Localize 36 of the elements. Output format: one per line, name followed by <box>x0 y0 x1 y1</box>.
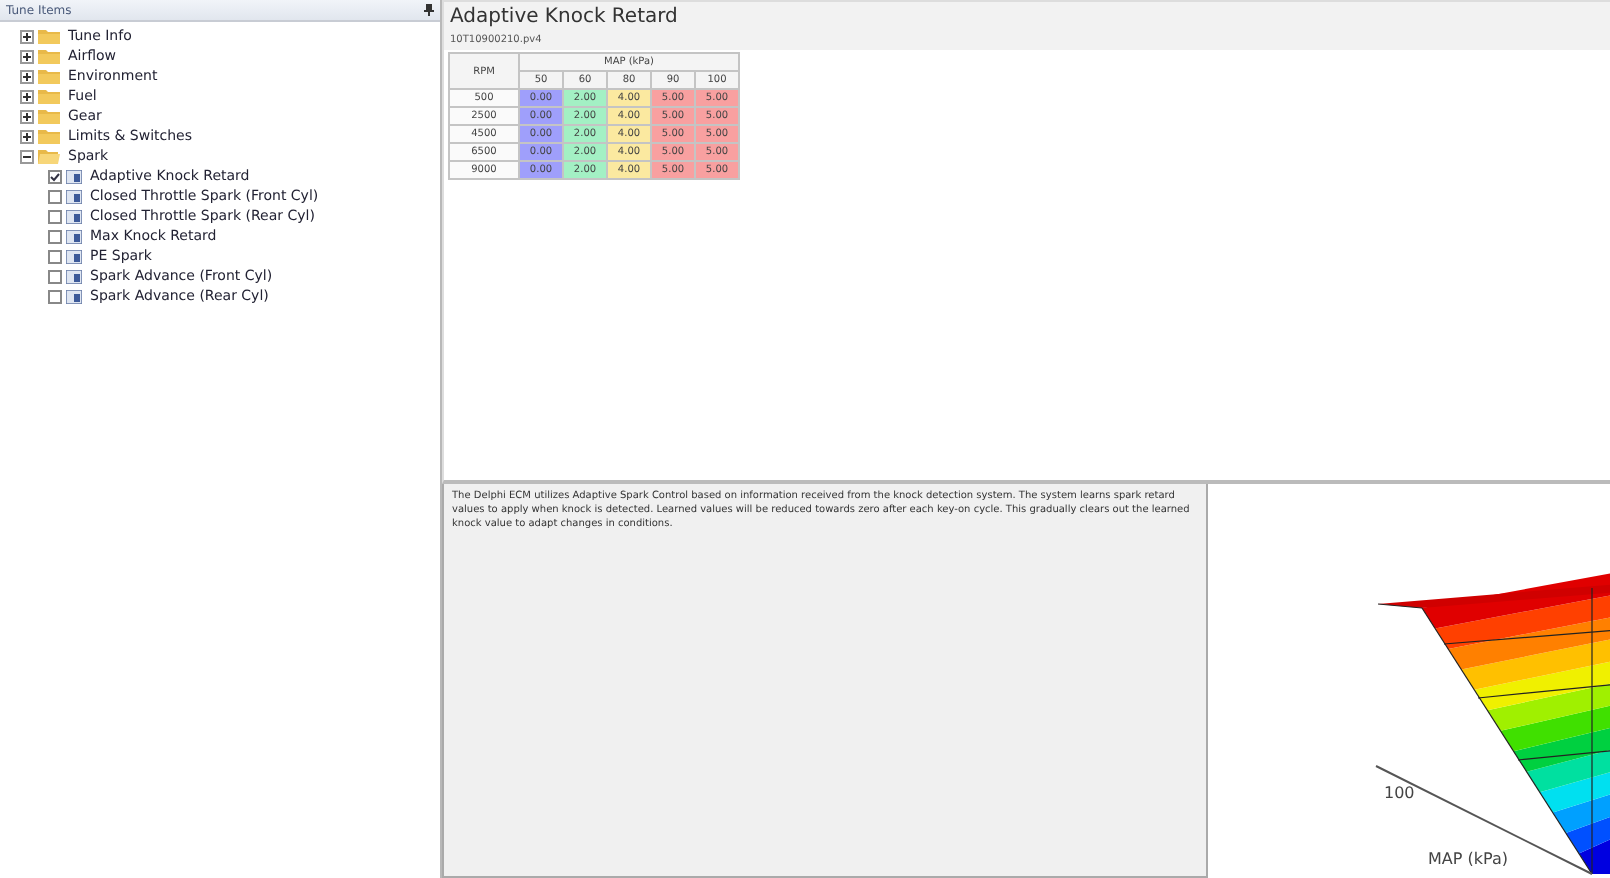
expand-icon[interactable] <box>20 129 34 143</box>
folder-icon <box>38 28 60 44</box>
axis-label: MAP (kPa) <box>1428 850 1508 868</box>
expand-icon[interactable] <box>20 49 34 63</box>
pin-icon[interactable] <box>424 4 434 16</box>
folder-icon <box>38 68 60 84</box>
table-icon <box>66 209 82 223</box>
color-band <box>1500 704 1610 752</box>
table-icon <box>66 289 82 303</box>
checkbox[interactable] <box>48 289 62 303</box>
checkbox[interactable] <box>48 229 62 243</box>
table-icon <box>66 249 82 263</box>
expand-icon[interactable] <box>20 69 34 83</box>
folder-icon <box>38 108 60 124</box>
table-icon <box>66 229 82 243</box>
table-icon <box>66 269 82 283</box>
table-title: Adaptive Knock Retard <box>450 6 678 28</box>
expand-icon[interactable] <box>20 89 34 103</box>
color-band <box>1513 726 1610 772</box>
checkbox[interactable] <box>48 209 62 223</box>
checkbox[interactable] <box>48 169 62 183</box>
table-icon <box>66 169 82 183</box>
checkbox[interactable] <box>48 249 62 263</box>
collapse-icon[interactable] <box>20 149 34 163</box>
folder-icon <box>38 148 60 164</box>
color-band <box>1474 660 1610 711</box>
expand-icon[interactable] <box>20 29 34 43</box>
checkbox[interactable] <box>48 269 62 283</box>
folder-icon <box>38 88 60 104</box>
axis-tick-label: 100 <box>1384 784 1415 802</box>
folder-icon <box>38 48 60 64</box>
checkbox[interactable] <box>48 189 62 203</box>
expand-icon[interactable] <box>20 109 34 123</box>
color-band <box>1487 682 1610 731</box>
folder-icon <box>38 128 60 144</box>
table-icon <box>66 189 82 203</box>
